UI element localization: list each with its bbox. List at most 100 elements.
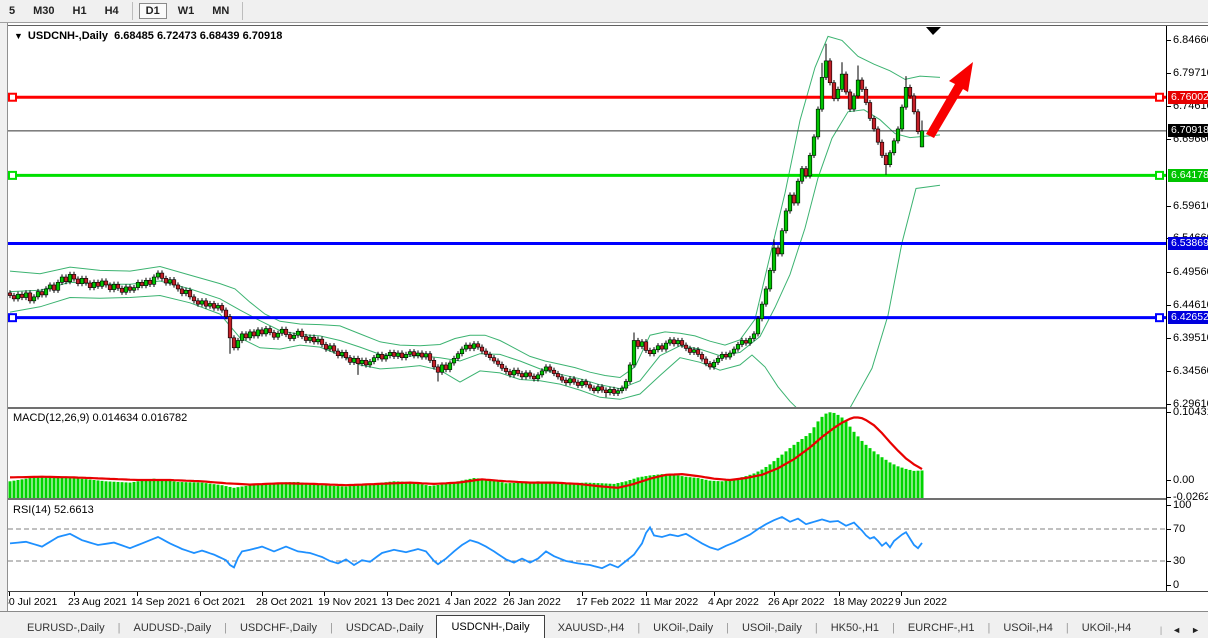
rsi-tick-label: 100 bbox=[1173, 499, 1191, 511]
price-tick-label: 6.79710 bbox=[1173, 67, 1208, 79]
timeframe-button-5[interactable]: 5 bbox=[2, 3, 22, 19]
date-label: 13 Dec 2021 bbox=[381, 596, 441, 608]
price-badge-6.64178: 6.64178 bbox=[1168, 169, 1208, 182]
price-axis[interactable]: 6.846606.797106.746106.696606.596106.546… bbox=[1166, 26, 1208, 591]
price-badge-6.42652: 6.42652 bbox=[1168, 311, 1208, 324]
axis-tick-mark bbox=[1167, 404, 1171, 405]
price-tick-label: 6.84660 bbox=[1173, 34, 1208, 46]
axis-tick-mark bbox=[1167, 529, 1171, 530]
hline-right-marker bbox=[1156, 314, 1163, 321]
chart-ohlc-values: 6.68485 6.72473 6.68439 6.70918 bbox=[114, 30, 282, 42]
price-tick-label: 6.44610 bbox=[1173, 299, 1208, 311]
date-label: 17 Feb 2022 bbox=[576, 596, 635, 608]
axis-tick-mark bbox=[1167, 272, 1171, 273]
price-badge-6.76002: 6.76002 bbox=[1168, 91, 1208, 104]
rsi-indicator-label: RSI(14) 52.6613 bbox=[13, 504, 94, 516]
axis-tick-mark bbox=[1167, 206, 1171, 207]
axis-tick-mark bbox=[1167, 412, 1171, 413]
tab-separator: | bbox=[1160, 625, 1162, 635]
price-badge-6.53869: 6.53869 bbox=[1168, 237, 1208, 250]
date-label: 30 Jul 2021 bbox=[8, 596, 57, 608]
date-label: 26 Jan 2022 bbox=[503, 596, 561, 608]
rsi-tick-label: 0 bbox=[1173, 579, 1179, 591]
mt4-window: 5M30 H1H4 D1W1MN ▼ USDCNH-,Daily 6.68485 6.… bbox=[0, 0, 1208, 638]
chart-tab-audusd-daily[interactable]: AUDUSD-,Daily bbox=[120, 618, 224, 638]
toolbar-separator bbox=[242, 2, 243, 20]
hline-left-marker bbox=[9, 172, 16, 179]
chart-tab-usdcad-daily[interactable]: USDCAD-,Daily bbox=[333, 618, 437, 638]
price-tick-label: 6.49560 bbox=[1173, 266, 1208, 278]
bollinger-upper-band bbox=[10, 36, 940, 377]
axis-tick-mark bbox=[1167, 305, 1171, 306]
chart-tab-ukoil-h4[interactable]: UKOil-,H4 bbox=[1069, 618, 1145, 638]
down-arrow-marker-icon bbox=[926, 27, 941, 35]
hline-left-marker bbox=[9, 314, 16, 321]
date-label: 14 Sep 2021 bbox=[131, 596, 191, 608]
date-label: 28 Oct 2021 bbox=[256, 596, 313, 608]
date-label: 19 Nov 2021 bbox=[318, 596, 378, 608]
date-axis[interactable]: 30 Jul 2021 23 Aug 2021 14 Sep 20216 Oct 2… bbox=[8, 592, 1208, 611]
axis-tick-mark bbox=[1167, 480, 1171, 481]
date-label: 6 Oct 2021 bbox=[194, 596, 245, 608]
axis-tick-mark bbox=[1167, 139, 1171, 140]
axis-tick-mark bbox=[1167, 505, 1171, 506]
chart-tab-ukoil-daily[interactable]: UKOil-,Daily bbox=[640, 618, 726, 638]
date-label: 23 Aug 2021 bbox=[68, 596, 127, 608]
chart-tab-eurusd-daily[interactable]: EURUSD-,Daily bbox=[14, 618, 118, 638]
chart-tab-usdcnh-daily[interactable]: USDCNH-,Daily bbox=[436, 615, 544, 638]
axis-tick-mark bbox=[1167, 73, 1171, 74]
timeframe-button-H1[interactable]: H1 bbox=[66, 3, 94, 19]
timeframe-button-W1[interactable]: W1 bbox=[171, 3, 202, 19]
toolbar-separator bbox=[132, 2, 133, 20]
axis-tick-mark bbox=[1167, 585, 1171, 586]
rsi-tick-label: 70 bbox=[1173, 523, 1185, 535]
date-label: 26 Apr 2022 bbox=[768, 596, 825, 608]
price-tick-label: 6.39510 bbox=[1173, 332, 1208, 344]
axis-tick-mark bbox=[1167, 106, 1171, 107]
timeframe-button-MN[interactable]: MN bbox=[205, 3, 236, 19]
hline-left-marker bbox=[9, 94, 16, 101]
axis-tick-mark bbox=[1167, 497, 1171, 498]
date-label: 4 Apr 2022 bbox=[708, 596, 759, 608]
timeframe-button-D1[interactable]: D1 bbox=[139, 3, 167, 19]
price-badge-6.70918: 6.70918 bbox=[1168, 124, 1208, 137]
macd-tick-label: 0.104313 bbox=[1173, 406, 1208, 418]
chart-tab-eurchf-h1[interactable]: EURCHF-,H1 bbox=[895, 618, 988, 638]
trend-arrow-annotation bbox=[926, 62, 973, 138]
chevron-down-icon: ▼ bbox=[14, 31, 23, 41]
price-tick-label: 6.34560 bbox=[1173, 365, 1208, 377]
chart-tab-xauusd-h4[interactable]: XAUUSD-,H4 bbox=[545, 618, 638, 638]
date-label: 9 Jun 2022 bbox=[895, 596, 947, 608]
axis-tick-mark bbox=[1167, 40, 1171, 41]
tab-scroll-left-icon[interactable]: ◄ bbox=[1172, 625, 1181, 635]
date-label: 18 May 2022 bbox=[833, 596, 894, 608]
rsi-tick-label: 30 bbox=[1173, 555, 1185, 567]
chart-tab-hk50-h1[interactable]: HK50-,H1 bbox=[818, 618, 892, 638]
axis-tick-mark bbox=[1167, 561, 1171, 562]
timeframe-toolbar: 5M30 H1H4 D1W1MN bbox=[0, 0, 1208, 23]
chart-symbol: USDCNH-,Daily bbox=[28, 30, 108, 42]
timeframe-button-H4[interactable]: H4 bbox=[98, 3, 126, 19]
chart-title: ▼ USDCNH-,Daily 6.68485 6.72473 6.68439 6… bbox=[14, 30, 282, 42]
hline-right-marker bbox=[1156, 172, 1163, 179]
hline-right-marker bbox=[1156, 94, 1163, 101]
chart-tab-usdchf-daily[interactable]: USDCHF-,Daily bbox=[227, 618, 330, 638]
date-label: 11 Mar 2022 bbox=[640, 596, 698, 608]
tab-scroll-controls: | ◄ ► bbox=[1152, 625, 1208, 638]
price-chart-pane[interactable] bbox=[8, 26, 1166, 407]
bollinger-lower-band bbox=[10, 185, 940, 407]
window-left-frame bbox=[0, 23, 8, 611]
date-label: 4 Jan 2022 bbox=[445, 596, 497, 608]
macd-tick-label: 0.00 bbox=[1173, 474, 1194, 486]
chart-tab-usoil-h4[interactable]: USOil-,H4 bbox=[990, 618, 1066, 638]
chart-tab-usoil-daily[interactable]: USOil-,Daily bbox=[729, 618, 815, 638]
macd-indicator-label: MACD(12,26,9) 0.014634 0.016782 bbox=[13, 412, 187, 424]
axis-tick-mark bbox=[1167, 371, 1171, 372]
price-tick-label: 6.59610 bbox=[1173, 200, 1208, 212]
rsi-pane[interactable] bbox=[8, 500, 1166, 590]
macd-histogram bbox=[9, 412, 924, 498]
chart-tab-bar: EURUSD-,Daily|AUDUSD-,Daily|USDCHF-,Dail… bbox=[0, 611, 1208, 638]
axis-tick-mark bbox=[1167, 338, 1171, 339]
tab-scroll-right-icon[interactable]: ► bbox=[1191, 625, 1200, 635]
timeframe-button-M30[interactable]: M30 bbox=[26, 3, 61, 19]
